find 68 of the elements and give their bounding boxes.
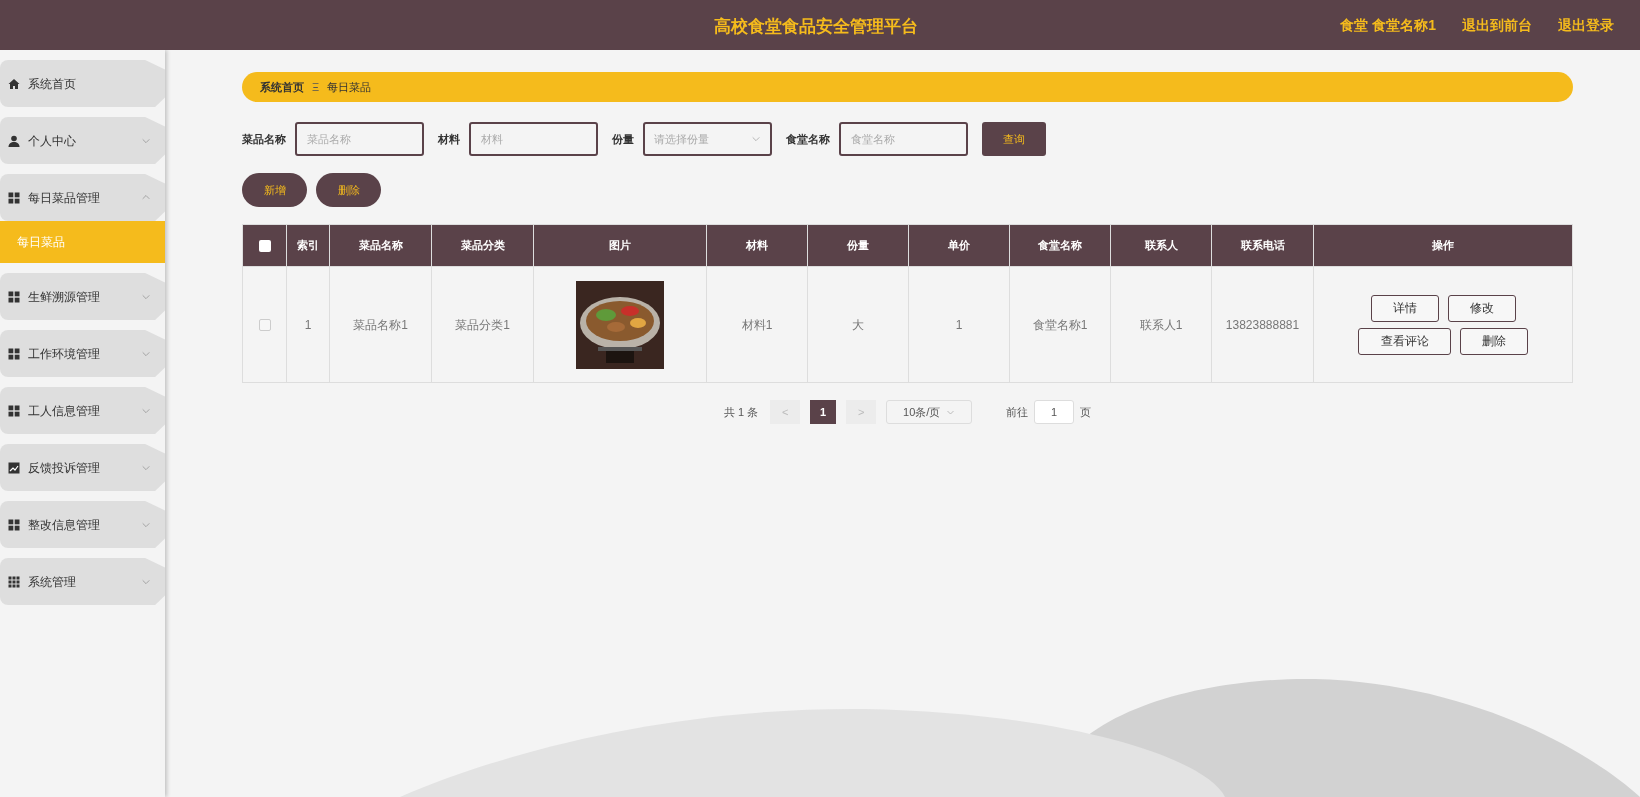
- column-header: 材料: [706, 224, 808, 267]
- column-header: 菜品名称: [329, 224, 432, 267]
- table-cell: 材料1: [706, 266, 808, 383]
- table-cell: 菜品分类1: [431, 266, 534, 383]
- column-header: 操作: [1313, 224, 1573, 267]
- field-label: 份量: [612, 131, 634, 147]
- page-button[interactable]: 1: [810, 400, 837, 424]
- column-header: 单价: [908, 224, 1010, 267]
- apps-icon: [8, 575, 20, 588]
- home-icon: [8, 77, 20, 90]
- query-button[interactable]: 查询: [982, 122, 1046, 156]
- field-label: 食堂名称: [786, 131, 830, 147]
- table-cell: 联系人1: [1110, 266, 1212, 383]
- table-cell: 大: [807, 266, 909, 383]
- chart-icon: [8, 461, 20, 474]
- page-size-select[interactable]: 10条/页: [886, 400, 973, 424]
- sidebar-item[interactable]: 工作环境管理: [0, 330, 165, 377]
- breadcrumb-separator: Ξ: [312, 79, 320, 95]
- column-header: 联系电话: [1211, 224, 1314, 267]
- user-icon: [8, 134, 20, 147]
- grid-icon: [8, 191, 20, 204]
- app-title: 高校食堂食品安全管理平台: [714, 16, 918, 38]
- search-field[interactable]: 食堂名称: [839, 122, 968, 156]
- field-label: 菜品名称: [242, 131, 286, 147]
- header-link[interactable]: 退出登录: [1558, 14, 1614, 36]
- search-field[interactable]: 菜品名称: [295, 122, 424, 156]
- column-header: 联系人: [1110, 224, 1212, 267]
- sidebar-item[interactable]: 个人中心: [0, 117, 165, 164]
- field-label: 材料: [438, 131, 460, 147]
- action-button[interactable]: 新增: [242, 173, 307, 207]
- header-link[interactable]: 退出到前台: [1462, 14, 1532, 36]
- sidebar-item[interactable]: 系统管理: [0, 558, 165, 605]
- grid-icon: [8, 404, 20, 417]
- row-action-button[interactable]: 详情: [1370, 294, 1439, 322]
- table-cell: 菜品名称1: [329, 266, 432, 383]
- goto-label: 前往: [1006, 404, 1029, 420]
- table-cell: 食堂名称1: [1009, 266, 1111, 383]
- sidebar-item[interactable]: 生鲜溯源管理: [0, 273, 165, 320]
- row-checkbox[interactable]: [258, 319, 271, 332]
- sidebar-item[interactable]: 反馈投诉管理: [0, 444, 165, 491]
- action-button[interactable]: 删除: [316, 173, 381, 207]
- page-input[interactable]: 1: [1034, 400, 1075, 424]
- table-cell: 13823888881: [1211, 266, 1314, 383]
- row-action-button[interactable]: 删除: [1460, 327, 1528, 355]
- column-header: 份量: [807, 224, 909, 267]
- grid-icon: [8, 290, 20, 303]
- sidebar-item[interactable]: 整改信息管理: [0, 501, 165, 548]
- sidebar-item[interactable]: 每日菜品管理: [0, 174, 165, 221]
- search-field[interactable]: 材料: [469, 122, 598, 156]
- breadcrumb-link[interactable]: 系统首页: [260, 78, 304, 96]
- table-cell: 1: [908, 266, 1010, 383]
- account-link[interactable]: 食堂 食堂名称1: [1340, 14, 1436, 36]
- page-unit-label: 页: [1080, 404, 1092, 420]
- row-action-button[interactable]: 修改: [1447, 294, 1516, 322]
- sidebar-item[interactable]: 系统首页: [0, 60, 165, 107]
- column-header: 索引: [286, 224, 330, 267]
- column-header: 菜品分类: [431, 224, 534, 267]
- grid-icon: [8, 347, 20, 360]
- chevron-down-icon: [751, 134, 761, 144]
- total-count: 共 1 条: [723, 404, 759, 420]
- column-header: 食堂名称: [1009, 224, 1111, 267]
- select-all-checkbox[interactable]: [258, 240, 271, 253]
- breadcrumb-current: 每日菜品: [327, 79, 372, 95]
- column-header: 图片: [533, 224, 707, 267]
- grid-icon: [8, 518, 20, 531]
- sidebar-item[interactable]: 工人信息管理: [0, 387, 165, 434]
- table-cell: 1: [286, 266, 330, 383]
- row-action-button[interactable]: 查看评论: [1358, 327, 1451, 355]
